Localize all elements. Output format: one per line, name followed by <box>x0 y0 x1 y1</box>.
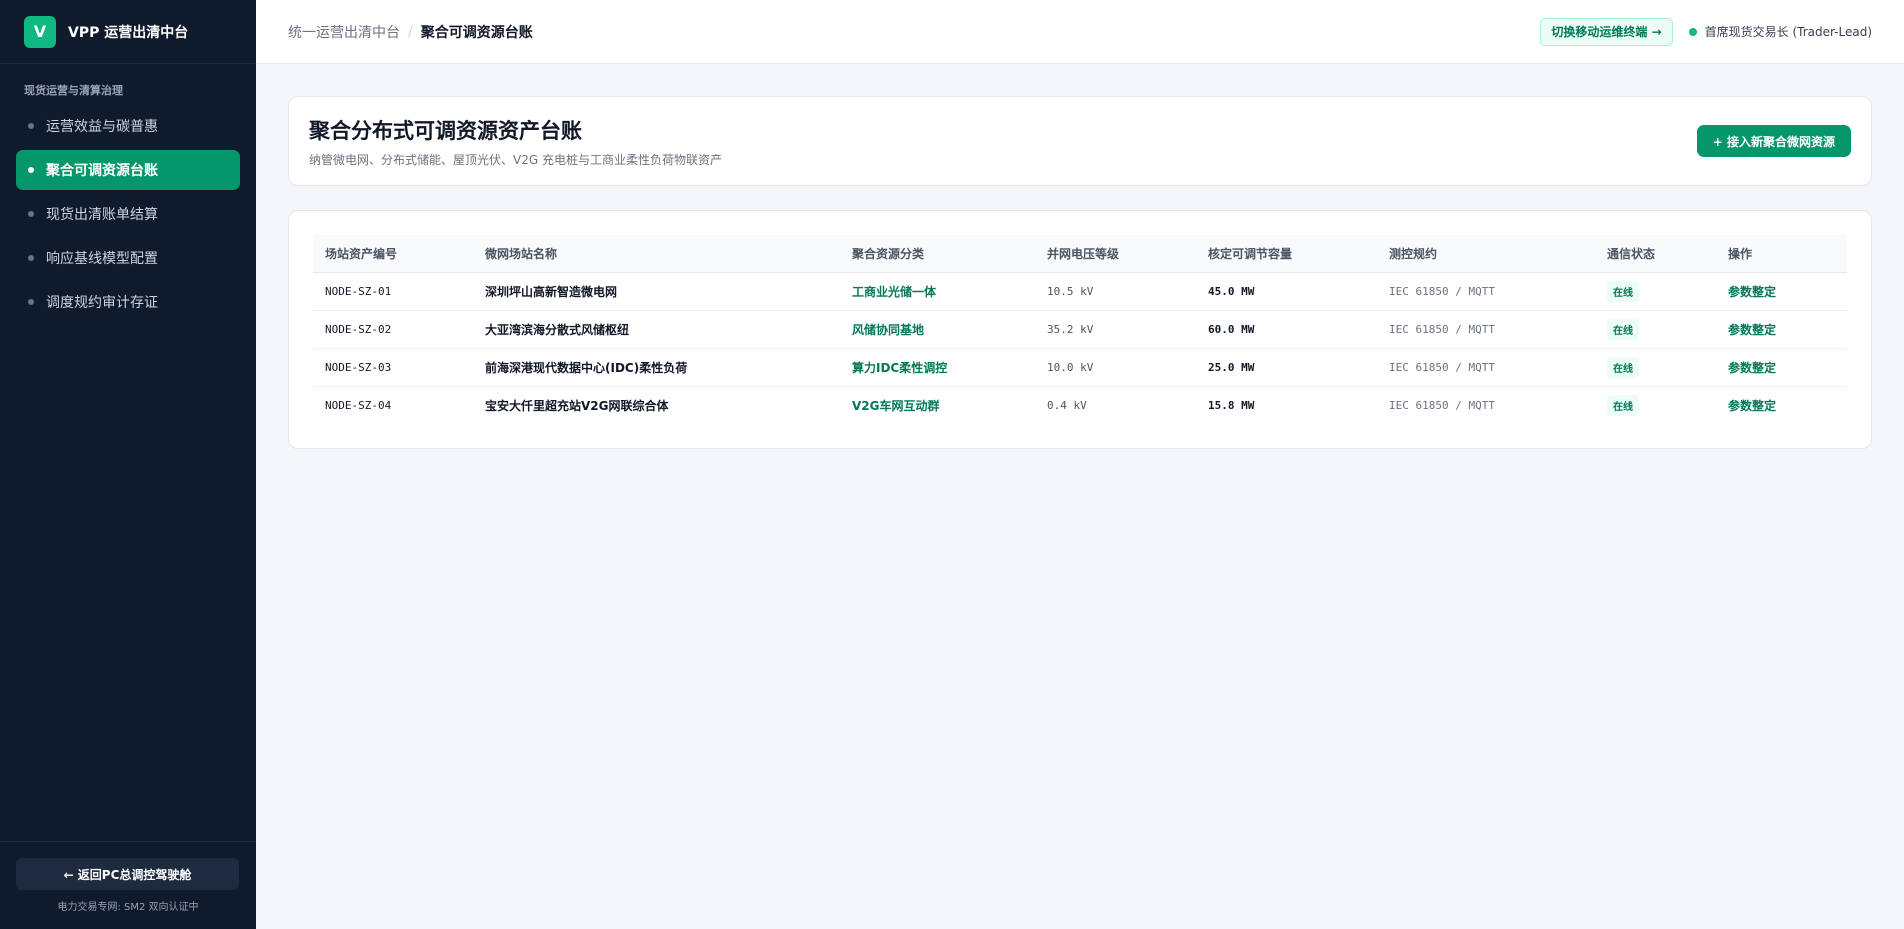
sidebar-item-label: 调度规约审计存证 <box>46 295 158 311</box>
voltage-level: 0.4 kV <box>1047 398 1087 412</box>
asset-id: NODE-SZ-04 <box>325 398 392 412</box>
sidebar-item-label: 聚合可调资源台账 <box>46 163 158 179</box>
resource-category: V2G车网互动群 <box>852 398 940 413</box>
resource-category: 工商业光储一体 <box>840 272 1035 311</box>
capacity: 60.0 MW <box>1196 310 1377 349</box>
tune-params-link[interactable]: 参数整定 <box>1728 285 1776 299</box>
main: 统一运营出清中台 / 聚合可调资源台账 切换移动运维终端 → 首席现货交易长 (… <box>256 0 1904 929</box>
bullet-icon <box>28 299 34 305</box>
user-name: 首席现货交易长 (Trader-Lead) <box>1704 25 1872 39</box>
station-name: 深圳坪山高新智造微电网 <box>473 272 840 311</box>
sidebar-item-label: 响应基线模型配置 <box>46 251 158 267</box>
asset-table-card: 场站资产编号 微网场站名称 聚合资源分类 并网电压等级 核定可调节容量 测控规约… <box>288 210 1872 449</box>
page-title: 聚合分布式可调资源资产台账 <box>309 118 582 143</box>
station-name: 宝安大仟里超充站V2G网联综合体 <box>485 398 669 413</box>
sidebar-item-label: 现货出清账单结算 <box>46 207 158 223</box>
sidebar: V VPP 运营出清中台 现货运营与清算治理 运营效益与碳普惠 聚合可调资源台账… <box>0 0 256 929</box>
table-header-row: 场站资产编号 微网场站名称 聚合资源分类 并网电压等级 核定可调节容量 测控规约… <box>313 235 1847 273</box>
voltage-level: 10.5 kV <box>1035 272 1196 311</box>
table-row: NODE-SZ-01 深圳坪山高新智造微电网 工商业光储一体 10.5 kV 4… <box>313 272 1847 311</box>
app-root: V VPP 运营出清中台 现货运营与清算治理 运营效益与碳普惠 聚合可调资源台账… <box>0 0 1904 929</box>
sidebar-item-baseline[interactable]: 响应基线模型配置 <box>16 238 240 278</box>
sidebar-item-asset-ledger[interactable]: 聚合可调资源台账 <box>16 150 240 190</box>
table-row: NODE-SZ-04 宝安大仟里超充站V2G网联综合体 V2G车网互动群 0.4… <box>313 386 1847 424</box>
add-resource-button[interactable]: + 接入新聚合微网资源 <box>1696 125 1851 157</box>
sidebar-item-audit[interactable]: 调度规约审计存证 <box>16 282 240 322</box>
content: 聚合分布式可调资源资产台账 纳管微电网、分布式储能、屋顶光伏、V2G 充电桩与工… <box>256 64 1904 449</box>
tune-params-link[interactable]: 参数整定 <box>1728 399 1776 413</box>
asset-id: NODE-SZ-01 <box>313 272 473 311</box>
sidebar-nav: 运营效益与碳普惠 聚合可调资源台账 现货出清账单结算 响应基线模型配置 调度规约… <box>0 106 256 326</box>
status-badge: 在线 <box>1607 280 1639 302</box>
sidebar-item-settlement[interactable]: 现货出清账单结算 <box>16 194 240 234</box>
breadcrumb-current: 聚合可调资源台账 <box>420 24 533 41</box>
protocol: IEC 61850 / MQTT <box>1377 310 1595 349</box>
voltage-level: 35.2 kV <box>1035 310 1196 349</box>
brand: V VPP 运营出清中台 <box>0 0 256 64</box>
station-name: 前海深港现代数据中心(IDC)柔性负荷 <box>473 348 840 387</box>
status-badge: 在线 <box>1607 318 1639 340</box>
bullet-icon <box>28 167 34 173</box>
asset-id: NODE-SZ-02 <box>313 310 473 349</box>
bullet-icon <box>28 123 34 129</box>
bullet-icon <box>28 211 34 217</box>
capacity: 15.8 MW <box>1208 398 1255 412</box>
status-badge: 在线 <box>1607 394 1639 416</box>
brand-name: VPP 运营出清中台 <box>68 24 189 41</box>
page-header-card: 聚合分布式可调资源资产台账 纳管微电网、分布式储能、屋顶光伏、V2G 充电桩与工… <box>288 96 1872 186</box>
column-header: 核定可调节容量 <box>1196 235 1377 273</box>
topbar: 统一运营出清中台 / 聚合可调资源台账 切换移动运维终端 → 首席现货交易长 (… <box>256 0 1904 64</box>
protocol: IEC 61850 / MQTT <box>1377 272 1595 311</box>
column-header: 测控规约 <box>1377 235 1595 273</box>
column-header: 聚合资源分类 <box>840 235 1035 273</box>
breadcrumb-separator: / <box>408 23 413 40</box>
user-info: 首席现货交易长 (Trader-Lead) <box>1688 23 1872 40</box>
nav-section-title: 现货运营与清算治理 <box>24 84 123 97</box>
column-header: 微网场站名称 <box>473 235 840 273</box>
brand-logo-icon: V <box>24 15 56 48</box>
column-header: 通信状态 <box>1595 235 1716 273</box>
switch-mobile-button[interactable]: 切换移动运维终端 → <box>1540 17 1673 46</box>
column-header: 场站资产编号 <box>313 235 473 273</box>
tune-params-link[interactable]: 参数整定 <box>1728 361 1776 375</box>
network-auth-note: 电力交易专网: SM2 双向认证中 <box>57 902 199 913</box>
bullet-icon <box>28 255 34 261</box>
status-badge: 在线 <box>1607 356 1639 378</box>
asset-table: 场站资产编号 微网场站名称 聚合资源分类 并网电压等级 核定可调节容量 测控规约… <box>313 235 1847 424</box>
online-status-icon <box>1688 27 1697 36</box>
breadcrumb: 统一运营出清中台 / 聚合可调资源台账 <box>288 22 533 42</box>
resource-category: 风储协同基地 <box>840 310 1035 349</box>
sidebar-item-label: 运营效益与碳普惠 <box>46 119 158 135</box>
resource-category: 算力IDC柔性调控 <box>840 348 1035 387</box>
protocol: IEC 61850 / MQTT <box>1389 398 1495 412</box>
tune-params-link[interactable]: 参数整定 <box>1728 323 1776 337</box>
capacity: 45.0 MW <box>1196 272 1377 311</box>
protocol: IEC 61850 / MQTT <box>1377 348 1595 387</box>
column-header: 并网电压等级 <box>1035 235 1196 273</box>
table-row: NODE-SZ-03 前海深港现代数据中心(IDC)柔性负荷 算力IDC柔性调控… <box>313 348 1847 387</box>
sidebar-footer: ← 返回PC总调控驾驶舱 电力交易专网: SM2 双向认证中 <box>0 841 256 929</box>
column-header: 操作 <box>1716 235 1847 273</box>
back-to-cockpit-button[interactable]: ← 返回PC总调控驾驶舱 <box>16 858 239 890</box>
page-subtitle: 纳管微电网、分布式储能、屋顶光伏、V2G 充电桩与工商业柔性负荷物联资产 <box>309 152 722 167</box>
station-name: 大亚湾滨海分散式风储枢纽 <box>473 310 840 349</box>
capacity: 25.0 MW <box>1196 348 1377 387</box>
sidebar-item-benefits[interactable]: 运营效益与碳普惠 <box>16 106 240 146</box>
asset-id: NODE-SZ-03 <box>313 348 473 387</box>
table-row: NODE-SZ-02 大亚湾滨海分散式风储枢纽 风储协同基地 35.2 kV 6… <box>313 310 1847 349</box>
breadcrumb-root[interactable]: 统一运营出清中台 <box>288 22 400 42</box>
voltage-level: 10.0 kV <box>1035 348 1196 387</box>
